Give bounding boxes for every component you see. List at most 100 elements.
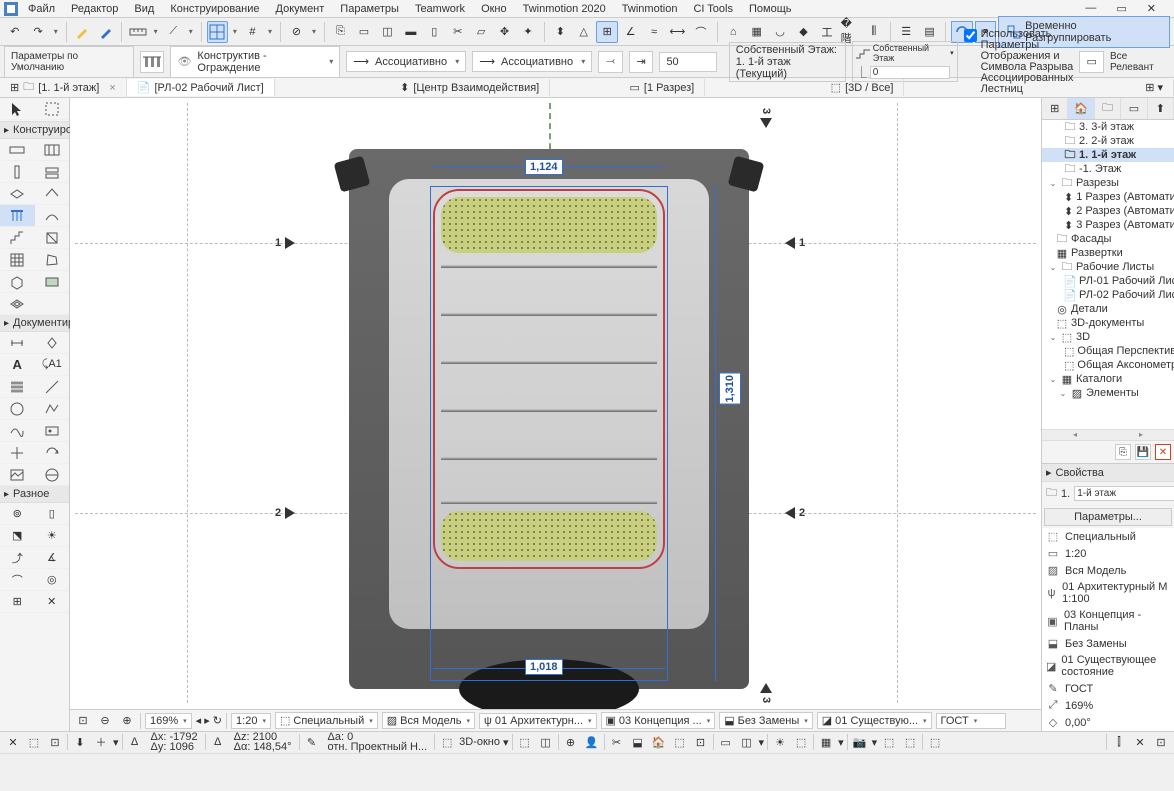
- nav-tab-view[interactable]: 🗀: [1095, 98, 1121, 119]
- redo-icon[interactable]: ↷: [27, 21, 48, 43]
- override-dropdown[interactable]: ⬓ Без Замены: [719, 712, 813, 729]
- plus-icon[interactable]: ＋: [92, 733, 110, 751]
- tab-overflow[interactable]: ⊞ ▾: [1135, 79, 1174, 96]
- relevant-icon[interactable]: ▭: [1079, 51, 1104, 73]
- nav-tab-1[interactable]: ⊞: [1042, 98, 1068, 119]
- coord-mode-icon[interactable]: ⬚: [25, 733, 43, 751]
- wall-end-tool[interactable]: ▯: [35, 503, 70, 525]
- menu-help[interactable]: Помощь: [743, 1, 798, 17]
- arc-tool[interactable]: ⌒: [0, 569, 35, 591]
- lamp-tool[interactable]: ☀: [35, 525, 70, 547]
- snap-grid-icon[interactable]: [207, 21, 228, 43]
- menu-options[interactable]: Параметры: [334, 1, 405, 17]
- line-tool[interactable]: [35, 376, 70, 398]
- stair-symbol-checkbox[interactable]: Использовать Параметры Отображения и Сим…: [964, 29, 1074, 95]
- highlighter-icon[interactable]: [72, 21, 93, 43]
- grid-icon[interactable]: #: [242, 21, 263, 43]
- beam-tool[interactable]: [35, 161, 70, 183]
- elev-icon[interactable]: △: [573, 21, 594, 43]
- defaults-button[interactable]: Параметры по Умолчанию: [4, 46, 134, 78]
- scroll-right[interactable]: ▸: [1108, 430, 1174, 440]
- polyline-tool[interactable]: [35, 398, 70, 420]
- more-section[interactable]: ▸ Разное: [0, 486, 69, 503]
- hotspot-tool[interactable]: [0, 442, 35, 464]
- section-icon[interactable]: ⬍: [550, 21, 571, 43]
- camera-tool[interactable]: ✕: [35, 591, 70, 613]
- close-icon[interactable]: ✕: [1141, 0, 1162, 17]
- door-icon[interactable]: ◫: [377, 21, 398, 43]
- menu-design[interactable]: Конструирование: [164, 1, 265, 17]
- slab-icon[interactable]: ▱: [470, 21, 491, 43]
- camera-icon[interactable]: 📷: [851, 733, 869, 751]
- menu-teamwork[interactable]: Teamwork: [409, 1, 471, 17]
- design-section[interactable]: ▸ Конструиров: [0, 122, 69, 139]
- circle-tool[interactable]: [0, 398, 35, 420]
- zoom-out-icon[interactable]: ⊖: [96, 712, 114, 730]
- view-name-input[interactable]: [1074, 486, 1174, 501]
- zoom-fit-icon[interactable]: ⊡: [74, 712, 92, 730]
- railing-icon[interactable]: ⫼: [863, 21, 884, 43]
- roof-tool[interactable]: [35, 183, 70, 205]
- grid-element-tool[interactable]: ⊚: [0, 503, 35, 525]
- suspend-icon[interactable]: ⊘: [286, 21, 307, 43]
- scroll-left[interactable]: ◂: [1042, 430, 1108, 440]
- railing-tool[interactable]: [0, 205, 35, 227]
- opening-tool[interactable]: [35, 227, 70, 249]
- stair-icon[interactable]: �階: [840, 21, 861, 43]
- move-icon[interactable]: ✥: [494, 21, 515, 43]
- layers-icon[interactable]: ☰: [895, 21, 916, 43]
- copy-icon[interactable]: ⎘: [330, 21, 351, 43]
- measure-icon[interactable]: ⟋: [162, 21, 183, 43]
- dim-std-dropdown[interactable]: ГОСТ: [936, 713, 1006, 729]
- slab-tool[interactable]: [0, 183, 35, 205]
- corner-window-tool[interactable]: ⬔: [0, 525, 35, 547]
- ruler-icon[interactable]: [127, 21, 148, 43]
- menu-twinmotion2020[interactable]: Twinmotion 2020: [517, 1, 612, 17]
- mesh-icon[interactable]: ▦: [746, 21, 767, 43]
- dimension-tool[interactable]: [0, 332, 35, 354]
- undo-history-dropdown[interactable]: ▾: [51, 27, 61, 36]
- canvas[interactable]: 1,124 1,310 1,018 1 1 2 2 3 3 ⊡ ⊖ ⊕ 169%…: [70, 98, 1041, 731]
- gravity-icon[interactable]: ⬇: [71, 733, 89, 751]
- figure-tool[interactable]: [0, 464, 35, 486]
- penset-dropdown[interactable]: ψ 01 Архитектурн...: [479, 713, 597, 729]
- shell-icon[interactable]: ◡: [769, 21, 790, 43]
- scale-dropdown[interactable]: 1:20: [231, 713, 271, 729]
- wall-icon[interactable]: ▬: [400, 21, 421, 43]
- fill-tool[interactable]: [0, 376, 35, 398]
- angle-dim-icon[interactable]: ∠: [620, 21, 641, 43]
- delete-view-icon[interactable]: ✕: [1155, 444, 1171, 460]
- 3d-window-icon[interactable]: ⬚: [438, 733, 456, 751]
- menu-citools[interactable]: CI Tools: [687, 1, 739, 17]
- wall-tool[interactable]: [0, 139, 35, 161]
- home-story-value[interactable]: 1. 1-й этаж (Текущий): [736, 56, 839, 80]
- curtain-wall-tool[interactable]: [35, 139, 70, 161]
- window-icon[interactable]: ▭: [353, 21, 374, 43]
- menu-file[interactable]: Файл: [22, 1, 61, 17]
- nav-tab-publisher[interactable]: ⬆: [1148, 98, 1174, 119]
- label-tool[interactable]: ⤹A1: [35, 354, 70, 376]
- shell-tool[interactable]: [35, 205, 70, 227]
- railing-profile-icon[interactable]: [140, 51, 165, 73]
- undo-icon[interactable]: ↶: [4, 21, 25, 43]
- tab-close-icon[interactable]: ×: [109, 82, 115, 94]
- level-dim-tool[interactable]: [35, 332, 70, 354]
- zone-tool[interactable]: [35, 271, 70, 293]
- menu-edit[interactable]: Редактор: [65, 1, 124, 17]
- geometry2-dropdown[interactable]: ⟶Ассоциативно: [472, 51, 592, 72]
- reno-dropdown[interactable]: ◪ 01 Существую...: [817, 712, 932, 729]
- column-icon[interactable]: ▯: [424, 21, 445, 43]
- coord-snap-icon[interactable]: ⊡: [46, 733, 64, 751]
- zoom-in-icon[interactable]: ⊕: [118, 712, 136, 730]
- maximize-icon[interactable]: ▭: [1110, 0, 1132, 17]
- worksheet-tool[interactable]: ⊞: [0, 591, 35, 613]
- spline-tool[interactable]: [0, 420, 35, 442]
- dim-icon[interactable]: ⟷: [667, 21, 688, 43]
- parameters-button[interactable]: Параметры...: [1044, 508, 1172, 526]
- object-tool[interactable]: [0, 271, 35, 293]
- tab-floor1[interactable]: ⊞🗀[1. 1-й этаж]×: [0, 76, 127, 99]
- align-left-icon[interactable]: ⤙: [598, 51, 623, 73]
- level-icon[interactable]: ≈: [643, 21, 664, 43]
- new-view-icon[interactable]: ⎘: [1115, 444, 1131, 460]
- beam-icon[interactable]: 工: [816, 21, 837, 43]
